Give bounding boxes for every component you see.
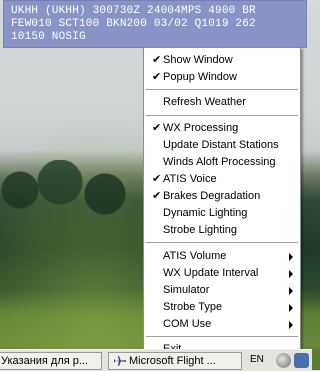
menu-item-brakes-degradation[interactable]: ✔ Brakes Degradation: [144, 188, 300, 205]
tray-clock-icon[interactable]: [276, 353, 291, 368]
menu-item-dynamic-lighting[interactable]: Dynamic Lighting: [144, 205, 300, 222]
menu-item-simulator[interactable]: Simulator: [144, 282, 300, 299]
checkmark-icon: ✔: [152, 71, 162, 83]
taskbar: Указания для р... Microsoft Flight ... E…: [0, 349, 312, 371]
menu-separator: [146, 242, 298, 244]
menu-item-strobe-lighting[interactable]: Strobe Lighting: [144, 222, 300, 239]
weather-line-2: FEW010 SCT100 BKN200 03/02 Q1019 262: [11, 18, 256, 30]
menu-item-wx-processing[interactable]: ✔ WX Processing: [144, 120, 300, 137]
taskbar-button-flight-simulator[interactable]: Microsoft Flight ...: [108, 352, 242, 370]
checkmark-icon: ✔: [152, 54, 162, 66]
taskbar-button-instructions[interactable]: Указания для р...: [0, 352, 102, 370]
language-indicator[interactable]: EN: [250, 354, 264, 365]
menu-separator: [146, 115, 298, 117]
submenu-arrow-icon: [289, 270, 293, 278]
weather-overlay[interactable]: UKHH (UKHH) 300730Z 24004MPS 4900 BR FEW…: [3, 0, 307, 48]
weather-line-3: 10150 NOSIG: [11, 31, 86, 43]
checkmark-icon: ✔: [152, 122, 162, 134]
checkmark-icon: ✔: [152, 190, 162, 202]
weather-line-1: UKHH (UKHH) 300730Z 24004MPS 4900 BR: [11, 5, 256, 17]
menu-item-show-window[interactable]: ✔ Show Window: [144, 52, 300, 69]
menu-item-refresh-weather[interactable]: Refresh Weather: [144, 94, 300, 111]
tray-app-icon[interactable]: [294, 353, 309, 368]
checkmark-icon: ✔: [152, 173, 162, 185]
menu-separator: [146, 89, 298, 91]
submenu-arrow-icon: [289, 304, 293, 312]
menu-item-atis-voice[interactable]: ✔ ATIS Voice: [144, 171, 300, 188]
menu-item-strobe-type[interactable]: Strobe Type: [144, 299, 300, 316]
menu-item-update-distant-stations[interactable]: Update Distant Stations: [144, 137, 300, 154]
submenu-arrow-icon: [289, 321, 293, 329]
menu-item-popup-window[interactable]: ✔ Popup Window: [144, 69, 300, 86]
plane-icon: [114, 356, 126, 366]
menu-separator: [146, 336, 298, 338]
context-menu: ✔ Show Window ✔ Popup Window Refresh Wea…: [143, 47, 301, 358]
menu-item-wx-update-interval[interactable]: WX Update Interval: [144, 265, 300, 282]
submenu-arrow-icon: [289, 253, 293, 261]
menu-item-atis-volume[interactable]: ATIS Volume: [144, 248, 300, 265]
menu-item-winds-aloft-processing[interactable]: Winds Aloft Processing: [144, 154, 300, 171]
menu-item-com-use[interactable]: COM Use: [144, 316, 300, 333]
submenu-arrow-icon: [289, 287, 293, 295]
